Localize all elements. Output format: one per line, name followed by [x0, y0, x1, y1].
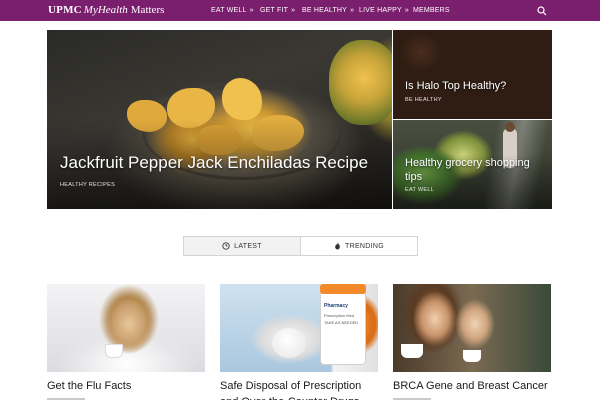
article-title[interactable]: Safe Disposal of Prescription and Over-t… — [220, 378, 378, 400]
nav-item-members[interactable]: MEMBERS — [413, 7, 450, 14]
hero-side-article-2[interactable]: Healthy grocery shopping tips EAT WELL — [393, 120, 552, 209]
chevron-right-icon: » — [249, 7, 254, 14]
clock-icon — [222, 242, 230, 250]
article-image-brca[interactable] — [393, 284, 551, 372]
take-as-needed-label: TAKE AS NEEDED — [324, 320, 359, 325]
jackfruit-shape — [222, 78, 262, 120]
nav-item-eat-well[interactable]: EAT WELL» — [211, 7, 254, 14]
prescription-label: Prescription Med — [324, 313, 355, 318]
jackfruit-shape — [197, 125, 242, 155]
flame-icon — [335, 242, 340, 250]
article-image-drugs[interactable]: Pharmacy Prescription Med TAKE AS NEEDED — [220, 284, 378, 372]
bottle-cap-shape — [320, 284, 366, 294]
nav-item-be-healthy[interactable]: BE HEALTHY» — [302, 7, 354, 14]
jackfruit-shape — [167, 88, 215, 128]
article-title[interactable]: Get the Flu Facts — [47, 378, 205, 394]
article-tabs: LATEST TRENDING — [183, 236, 418, 256]
article-image-flu[interactable] — [47, 284, 205, 372]
nav-item-get-fit[interactable]: GET FIT» — [260, 7, 295, 14]
pharmacy-label: Pharmacy — [324, 303, 348, 309]
hero-side-category[interactable]: EAT WELL — [405, 187, 434, 193]
brand-matters: Matters — [130, 4, 165, 16]
tab-latest[interactable]: LATEST — [184, 237, 301, 255]
hero-main-title[interactable]: Jackfruit Pepper Jack Enchiladas Recipe — [60, 153, 368, 173]
nav-item-label: GET FIT — [260, 7, 289, 14]
brand-logo[interactable]: UPMC MyHealth Matters — [48, 4, 164, 16]
hero-main-article[interactable]: Jackfruit Pepper Jack Enchiladas Recipe … — [47, 30, 392, 209]
nav-item-label: EAT WELL — [211, 7, 247, 14]
tab-label: TRENDING — [345, 242, 384, 250]
nav-item-label: MEMBERS — [413, 7, 450, 14]
chevron-right-icon: » — [291, 7, 296, 14]
nav-item-label: BE HEALTHY — [302, 7, 348, 14]
article-card[interactable]: Pharmacy Prescription Med TAKE AS NEEDED… — [220, 284, 378, 400]
nav-item-label: LIVE HAPPY — [359, 7, 402, 14]
jackfruit-shape — [127, 100, 167, 132]
brand-upmc: UPMC — [48, 4, 82, 16]
article-card[interactable]: BRCA Gene and Breast Cancer — [393, 284, 551, 400]
chevron-right-icon: » — [350, 7, 355, 14]
pill-bottle-label-shape: Pharmacy Prescription Med TAKE AS NEEDED — [320, 290, 366, 365]
hero-main-category[interactable]: HEALTHY RECIPES — [60, 182, 115, 188]
top-nav: UPMC MyHealth Matters EAT WELL» GET FIT» B… — [0, 0, 600, 21]
chevron-right-icon: » — [404, 7, 409, 14]
brand-myhealth: MyHealth — [83, 4, 128, 16]
article-card[interactable]: Get the Flu Facts — [47, 284, 205, 400]
cup-shape — [401, 344, 423, 358]
hero-side-title[interactable]: Is Halo Top Healthy? — [405, 80, 506, 92]
mug-shape — [105, 344, 123, 358]
hero-side-category[interactable]: BE HEALTHY — [405, 97, 442, 103]
hero-side-article-1[interactable]: Is Halo Top Healthy? BE HEALTHY — [393, 30, 552, 119]
search-icon[interactable] — [536, 4, 548, 16]
cup-shape — [463, 350, 481, 362]
nav-item-live-happy[interactable]: LIVE HAPPY» — [359, 7, 409, 14]
pill-shape — [272, 328, 306, 358]
hero-side-title[interactable]: Healthy grocery shopping tips — [405, 156, 545, 184]
jackfruit-half-shape — [329, 40, 392, 125]
tab-label: LATEST — [234, 242, 262, 250]
jackfruit-shape — [252, 115, 304, 151]
tab-trending[interactable]: TRENDING — [301, 237, 417, 255]
article-title[interactable]: BRCA Gene and Breast Cancer — [393, 378, 551, 394]
shopper-head-shape — [505, 122, 515, 132]
